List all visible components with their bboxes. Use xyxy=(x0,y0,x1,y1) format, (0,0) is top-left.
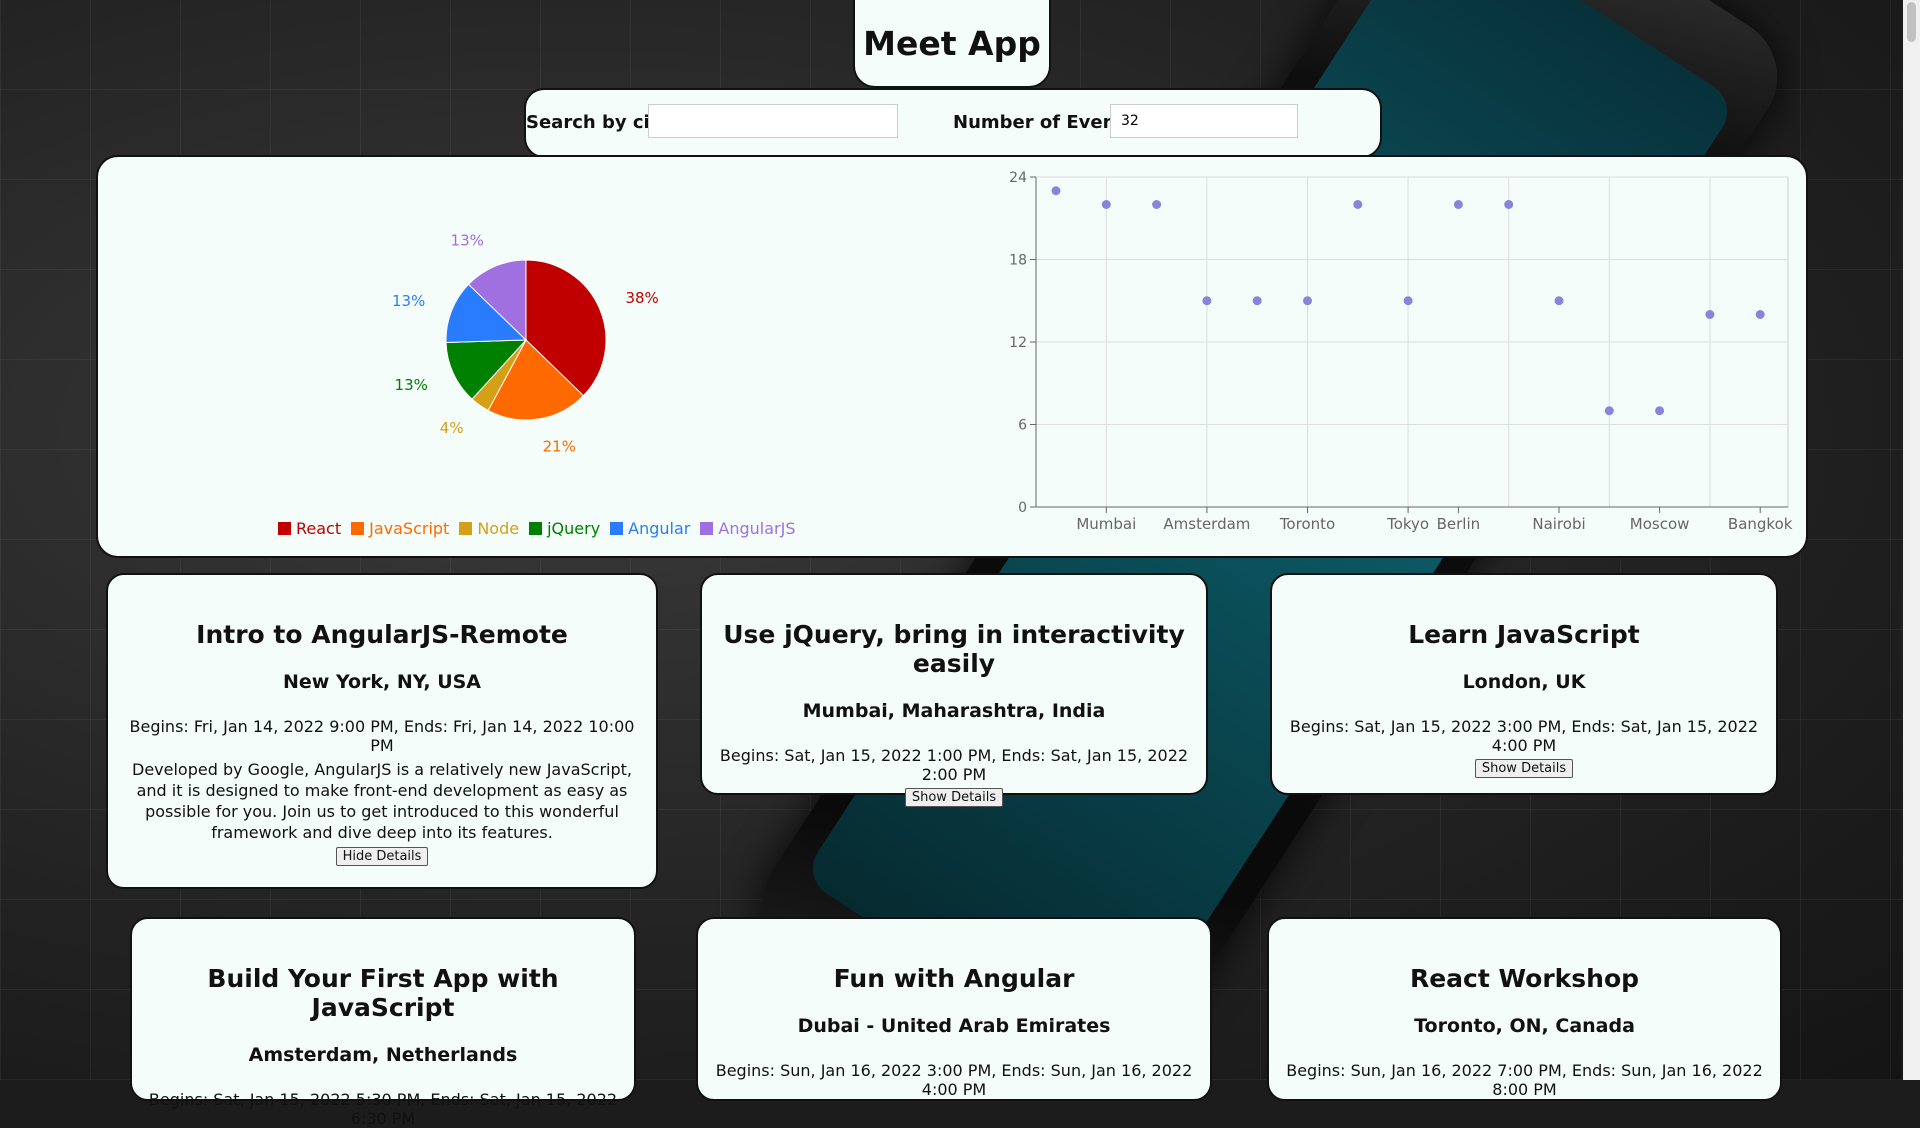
event-location: Amsterdam, Netherlands xyxy=(248,1044,518,1066)
scrollbar-thumb[interactable] xyxy=(1907,2,1916,42)
event-card: Learn JavaScript London, UK Begins: Sat, J… xyxy=(1270,573,1778,795)
scatter-point[interactable] xyxy=(1403,296,1413,306)
number-of-events-input[interactable] xyxy=(1110,104,1298,138)
event-card: Intro to AngularJS-Remote New York, NY, U… xyxy=(106,573,658,889)
event-card: Fun with Angular Dubai - United Arab Emir… xyxy=(696,917,1212,1101)
scatter-xtick-label: Nairobi xyxy=(1532,515,1585,533)
event-location: Mumbai, Maharashtra, India xyxy=(802,700,1106,722)
scatter-ytick-label: 18 xyxy=(1009,253,1027,269)
scatter-xtick-label: Toronto xyxy=(1279,515,1335,533)
hide-details-button[interactable]: Hide Details xyxy=(335,847,429,866)
scatter-point[interactable] xyxy=(1202,296,1212,306)
scatter-ytick-label: 24 xyxy=(1009,170,1027,186)
event-title: Intro to AngularJS-Remote xyxy=(196,620,568,649)
app-title: Meet App xyxy=(863,24,1041,63)
app-title-box: Meet App xyxy=(853,0,1051,88)
event-card: React Workshop Toronto, ON, Canada Begins:… xyxy=(1267,917,1782,1101)
event-title: Build Your First App with JavaScript xyxy=(207,964,559,1022)
scatter-xtick-label: Tokyo xyxy=(1386,515,1429,533)
event-times: Begins: Sat, Jan 15, 2022 5:30 PM, Ends:… xyxy=(148,1090,618,1128)
number-of-events-label: Number of Events xyxy=(953,112,1135,133)
scatter-point[interactable] xyxy=(1504,200,1514,209)
scatter-chart: 0 6 12 18 24 Mumbai Amsterdam Toronto Tokyo Berli… xyxy=(1009,170,1793,533)
scatter-xtick-label: Bangkok xyxy=(1728,515,1793,533)
scatter-ytick-label: 6 xyxy=(1018,418,1027,434)
scatter-ytick-label: 12 xyxy=(1009,335,1027,351)
event-times: Begins: Sun, Jan 16, 2022 7:00 PM, Ends:… xyxy=(1286,1061,1763,1099)
scatter-point[interactable] xyxy=(1755,310,1765,319)
scatter-point[interactable] xyxy=(1705,310,1715,319)
event-times: Begins: Sat, Jan 15, 2022 3:00 PM, Ends:… xyxy=(1289,717,1759,755)
scatter-point[interactable] xyxy=(1453,200,1463,209)
scatter-point[interactable] xyxy=(1252,296,1262,306)
scatter-point[interactable] xyxy=(1303,296,1312,306)
scatter-point[interactable] xyxy=(1554,296,1564,306)
event-title: Learn JavaScript xyxy=(1408,620,1640,649)
charts-panel: 38% 21% 4% 13% 13% 13% React JavaScript Node jQu… xyxy=(96,155,1808,558)
page-scrollbar[interactable] xyxy=(1903,0,1920,1080)
scatter-xtick-label: Amsterdam xyxy=(1163,515,1250,533)
city-search-input[interactable] xyxy=(648,104,898,138)
event-title: React Workshop xyxy=(1409,964,1640,993)
event-times: Begins: Fri, Jan 14, 2022 9:00 PM, Ends:… xyxy=(129,717,635,755)
scatter-xtick-label: Mumbai xyxy=(1076,515,1136,533)
event-times: Begins: Sat, Jan 15, 2022 1:00 PM, Ends:… xyxy=(719,746,1189,784)
event-location: London, UK xyxy=(1462,671,1586,693)
scatter-point[interactable] xyxy=(1051,186,1061,196)
scatter-ytick-label: 0 xyxy=(1018,500,1027,516)
search-panel: Search by city Number of Events xyxy=(524,88,1382,158)
scatter-point[interactable] xyxy=(1353,200,1363,209)
show-details-button[interactable]: Show Details xyxy=(1474,759,1574,778)
show-details-button[interactable]: Show Details xyxy=(904,788,1004,807)
event-location: Dubai - United Arab Emirates xyxy=(797,1015,1111,1037)
event-card: Build Your First App with JavaScript Amst… xyxy=(130,917,636,1128)
scatter-xtick-label: Moscow xyxy=(1630,515,1690,533)
scatter-point[interactable] xyxy=(1604,406,1614,416)
event-title: Use jQuery, bring in interactivity easil… xyxy=(723,620,1185,678)
event-location: Toronto, ON, Canada xyxy=(1414,1015,1635,1037)
event-title: Fun with Angular xyxy=(833,964,1075,993)
scatter-point[interactable] xyxy=(1101,200,1111,209)
scatter-point[interactable] xyxy=(1152,200,1162,209)
event-card: Use jQuery, bring in interactivity easil… xyxy=(700,573,1208,807)
scatter-point[interactable] xyxy=(1655,406,1665,416)
scatter-xtick-label: Berlin xyxy=(1437,515,1481,533)
event-times: Begins: Sun, Jan 16, 2022 3:00 PM, Ends:… xyxy=(715,1061,1193,1099)
event-location: New York, NY, USA xyxy=(282,671,482,693)
event-description: Developed by Google, AngularJS is a rela… xyxy=(132,760,632,842)
